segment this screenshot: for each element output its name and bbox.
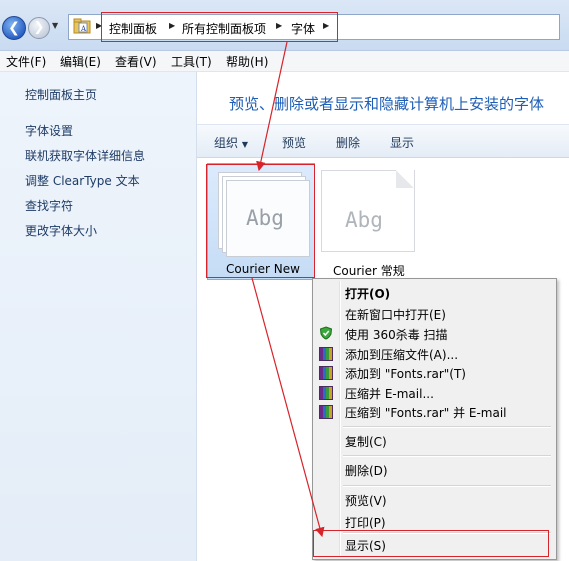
shield-360-icon <box>319 326 333 340</box>
context-menu: 打开(O) 在新窗口中打开(E) 使用 360杀毒 扫描 添加到压缩文件(A).… <box>312 278 557 560</box>
sidebar-link-control-panel-home[interactable]: 控制面板主页 <box>25 86 97 103</box>
menu-edit[interactable]: 编辑(E) <box>60 53 101 70</box>
organize-button[interactable]: 组织 ▼ <box>214 134 248 151</box>
sidebar-link-change-font-size[interactable]: 更改字体大小 <box>25 222 97 239</box>
organize-label: 组织 <box>214 136 239 150</box>
menu-help[interactable]: 帮助(H) <box>226 53 268 70</box>
menu-item-delete[interactable]: 删除(D) <box>345 462 388 479</box>
winrar-books-icon <box>319 386 333 400</box>
control-panel-folder-icon: A <box>73 18 91 34</box>
sidebar-link-find-character[interactable]: 查找字符 <box>25 197 73 214</box>
menu-view[interactable]: 查看(V) <box>115 53 157 70</box>
show-button[interactable]: 显示 <box>390 134 414 151</box>
forward-button[interactable]: ❯ <box>28 17 50 39</box>
menu-item-open-new-window[interactable]: 在新窗口中打开(E) <box>345 306 446 323</box>
back-button[interactable]: ❮ <box>2 16 26 40</box>
menu-item-add-to-archive[interactable]: 添加到压缩文件(A)... <box>345 346 458 363</box>
winrar-books-icon <box>319 405 333 419</box>
menu-item-compress-fonts-rar-email[interactable]: 压缩到 "Fonts.rar" 并 E-mail <box>345 404 507 421</box>
menu-separator <box>343 485 551 487</box>
sidebar: 控制面板主页 字体设置 联机获取字体详细信息 调整 ClearType 文本 查… <box>0 72 197 561</box>
menu-item-compress-email[interactable]: 压缩并 E-mail... <box>345 385 434 402</box>
annotation-box-breadcrumb <box>101 12 338 42</box>
font-name-label: Courier 常规 <box>333 264 405 278</box>
page-title: 预览、删除或者显示和隐藏计算机上安装的字体 <box>229 95 545 113</box>
command-toolbar: 组织 ▼ 预览 删除 显示 <box>197 124 569 158</box>
menu-item-open[interactable]: 打开(O) <box>345 285 390 302</box>
annotation-box-font-item <box>206 164 315 278</box>
menu-separator <box>343 426 551 428</box>
recent-pages-dropdown[interactable]: ▼ <box>52 20 62 32</box>
menu-item-add-to-fonts-rar[interactable]: 添加到 "Fonts.rar"(T) <box>345 365 466 382</box>
sidebar-link-online-font-info[interactable]: 联机获取字体详细信息 <box>25 147 145 164</box>
menu-gutter <box>339 281 341 557</box>
annotation-box-show-item <box>313 530 549 557</box>
menu-separator <box>343 455 551 457</box>
delete-button[interactable]: 删除 <box>336 134 360 151</box>
winrar-books-icon <box>319 347 333 361</box>
font-thumbnail-text: Abg <box>345 208 383 232</box>
sidebar-link-cleartype[interactable]: 调整 ClearType 文本 <box>25 172 140 189</box>
menu-item-copy[interactable]: 复制(C) <box>345 433 387 450</box>
forward-arrow-icon: ❯ <box>33 20 45 35</box>
menu-tools[interactable]: 工具(T) <box>171 53 212 70</box>
menu-bar: 文件(F) 编辑(E) 查看(V) 工具(T) 帮助(H) <box>0 51 569 72</box>
winrar-books-icon <box>319 366 333 380</box>
menu-item-scan-360[interactable]: 使用 360杀毒 扫描 <box>345 326 448 343</box>
sidebar-link-font-settings[interactable]: 字体设置 <box>25 122 73 139</box>
menu-item-print[interactable]: 打印(P) <box>345 514 386 531</box>
svg-text:A: A <box>80 25 87 33</box>
page-corner-fold <box>396 170 414 188</box>
chevron-down-icon: ▼ <box>241 140 248 149</box>
back-arrow-icon: ❮ <box>8 20 20 36</box>
preview-button[interactable]: 预览 <box>282 134 306 151</box>
chevron-down-icon: ▼ <box>52 21 59 30</box>
menu-file[interactable]: 文件(F) <box>6 53 46 70</box>
font-item-courier-regular[interactable]: Abg Courier 常规 <box>318 166 428 278</box>
menu-item-preview[interactable]: 预览(V) <box>345 492 387 509</box>
